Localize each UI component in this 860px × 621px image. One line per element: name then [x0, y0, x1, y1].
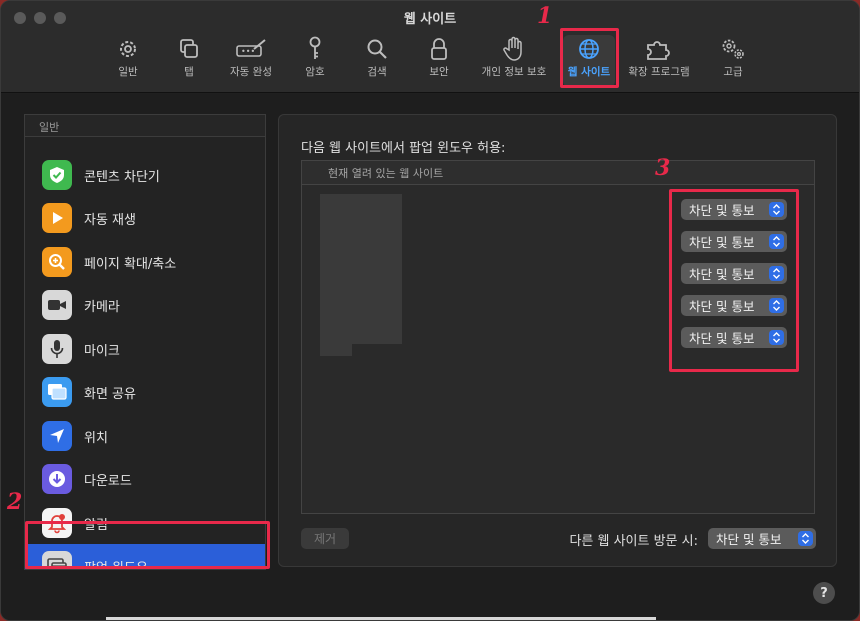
select-value: 차단 및 통보 — [689, 331, 755, 346]
select-value: 차단 및 통보 — [689, 235, 755, 250]
sidebar-item-label: 알림 — [84, 517, 108, 533]
toolbar-tab-passwords[interactable]: 암호 — [297, 35, 333, 87]
popup-windows-panel: 다음 웹 사이트에서 팝업 윈도우 허용: 현재 열려 있는 웹 사이트 차단 … — [278, 114, 837, 567]
window-bottom-edge — [106, 617, 656, 620]
screen-share-icon — [42, 377, 72, 407]
gear-icon — [108, 35, 148, 63]
select-value: 차단 및 통보 — [689, 267, 755, 282]
sidebar-item-popup-windows[interactable]: 팝업 윈도우 — [25, 544, 265, 570]
annotation-number-2: 2 — [7, 489, 23, 515]
toolbar-label: 확장 프로그램 — [628, 66, 690, 78]
websites-table[interactable]: 현재 열려 있는 웹 사이트 차단 및 통보 차단 및 통보 차단 및 통보 차… — [301, 160, 815, 514]
website-settings-sidebar[interactable]: 일반 콘텐츠 차단기 자동 재생 페이지 확대/축소 카메라 마이크 화면 공유… — [24, 114, 266, 570]
sidebar-item-label: 카메라 — [84, 299, 120, 315]
sidebar-item-label: 마이크 — [84, 343, 120, 359]
globe-icon — [563, 35, 615, 63]
toolbar-tab-advanced[interactable]: 고급 — [713, 35, 753, 87]
toolbar-label: 자동 완성 — [230, 66, 272, 78]
toolbar-tab-autofill[interactable]: ••• 자동 완성 — [223, 35, 279, 87]
website-permission-select[interactable]: 차단 및 통보 — [681, 199, 787, 220]
camera-icon — [42, 290, 72, 320]
sidebar-item-notifications[interactable]: 알림 — [25, 501, 265, 545]
toolbar-tab-extensions[interactable]: 확장 프로그램 — [623, 35, 695, 87]
redacted-website-list — [320, 194, 402, 344]
chevron-updown-icon — [769, 266, 784, 281]
svg-text:•••: ••• — [241, 47, 255, 56]
sidebar-item-label: 콘텐츠 차단기 — [84, 169, 160, 185]
website-permission-select[interactable]: 차단 및 통보 — [681, 327, 787, 348]
sidebar-item-location[interactable]: 위치 — [25, 414, 265, 458]
website-permission-select[interactable]: 차단 및 통보 — [681, 295, 787, 316]
title-bar: 웹 사이트 일반 탭 ••• 자동 완성 암호 검색 보안 개인 정보 보호 웹… — [1, 1, 859, 93]
sidebar-item-label: 팝업 윈도우 — [84, 560, 148, 570]
chevron-updown-icon — [798, 531, 813, 546]
toolbar-label: 탭 — [184, 66, 194, 78]
select-value: 차단 및 통보 — [689, 299, 755, 314]
toolbar-label: 웹 사이트 — [567, 66, 611, 78]
help-button[interactable]: ? — [813, 582, 835, 604]
annotation-number-3: 3 — [655, 155, 671, 181]
toolbar-label: 검색 — [367, 66, 387, 78]
sidebar-item-label: 다운로드 — [84, 473, 132, 489]
other-websites-select[interactable]: 차단 및 통보 — [708, 528, 816, 549]
chevron-updown-icon — [769, 234, 784, 249]
sidebar-item-microphone[interactable]: 마이크 — [25, 327, 265, 371]
chevron-updown-icon — [769, 202, 784, 217]
select-value: 차단 및 통보 — [716, 532, 782, 547]
shield-check-icon — [42, 160, 72, 190]
toolbar-tab-privacy[interactable]: 개인 정보 보호 — [475, 35, 553, 87]
content-area: 일반 콘텐츠 차단기 자동 재생 페이지 확대/축소 카메라 마이크 화면 공유… — [1, 94, 859, 620]
popup-window-icon — [42, 551, 72, 569]
sidebar-section-header: 일반 — [25, 115, 265, 137]
sidebar-item-label: 화면 공유 — [84, 386, 136, 402]
select-value: 차단 및 통보 — [689, 203, 755, 218]
toolbar-tab-search[interactable]: 검색 — [357, 35, 397, 87]
location-arrow-icon — [42, 421, 72, 451]
puzzle-icon — [623, 35, 695, 63]
key-icon — [297, 35, 333, 63]
sidebar-item-label: 자동 재생 — [84, 212, 136, 228]
sidebar-item-page-zoom[interactable]: 페이지 확대/축소 — [25, 240, 265, 284]
toolbar-tab-websites[interactable]: 웹 사이트 — [563, 35, 615, 87]
toolbar-label: 보안 — [429, 66, 449, 78]
sidebar-item-downloads[interactable]: 다운로드 — [25, 457, 265, 501]
chevron-updown-icon — [769, 298, 784, 313]
preferences-toolbar: 일반 탭 ••• 자동 완성 암호 검색 보안 개인 정보 보호 웹 사이트 확… — [1, 35, 859, 87]
website-permission-select[interactable]: 차단 및 통보 — [681, 231, 787, 252]
remove-button[interactable]: 제거 — [301, 528, 349, 549]
sidebar-item-camera[interactable]: 카메라 — [25, 283, 265, 327]
toolbar-tab-security[interactable]: 보안 — [421, 35, 457, 87]
autofill-pen-icon: ••• — [223, 35, 279, 63]
sidebar-item-screen-sharing[interactable]: 화면 공유 — [25, 370, 265, 414]
zoom-icon — [42, 247, 72, 277]
gears-icon — [713, 35, 753, 63]
chevron-updown-icon — [769, 330, 784, 345]
toolbar-tab-general[interactable]: 일반 — [108, 35, 148, 87]
sidebar-item-auto-play[interactable]: 자동 재생 — [25, 196, 265, 240]
preferences-window: 웹 사이트 일반 탭 ••• 자동 완성 암호 검색 보안 개인 정보 보호 웹… — [0, 0, 860, 621]
magnifier-icon — [357, 35, 397, 63]
sidebar-item-label: 페이지 확대/축소 — [84, 256, 177, 272]
tabs-icon — [171, 35, 207, 63]
sidebar-item-content-blockers[interactable]: 콘텐츠 차단기 — [25, 153, 265, 197]
toolbar-tab-tabs[interactable]: 탭 — [171, 35, 207, 87]
lock-icon — [421, 35, 457, 63]
microphone-icon — [42, 334, 72, 364]
redacted-website-list-tail — [320, 344, 352, 356]
other-websites-label: 다른 웹 사이트 방문 시: — [569, 534, 698, 549]
website-permission-select[interactable]: 차단 및 통보 — [681, 263, 787, 284]
toolbar-label: 일반 — [118, 66, 138, 78]
download-icon — [42, 464, 72, 494]
bell-icon — [42, 508, 72, 538]
annotation-number-1: 1 — [537, 3, 553, 29]
column-header: 현재 열려 있는 웹 사이트 — [302, 161, 814, 185]
sidebar-item-label: 위치 — [84, 430, 108, 446]
panel-title: 다음 웹 사이트에서 팝업 윈도우 허용: — [301, 141, 506, 156]
play-icon — [42, 203, 72, 233]
toolbar-label: 개인 정보 보호 — [481, 66, 547, 78]
toolbar-label: 암호 — [305, 66, 325, 78]
hand-icon — [475, 35, 553, 63]
toolbar-label: 고급 — [723, 66, 743, 78]
window-title: 웹 사이트 — [403, 12, 457, 27]
